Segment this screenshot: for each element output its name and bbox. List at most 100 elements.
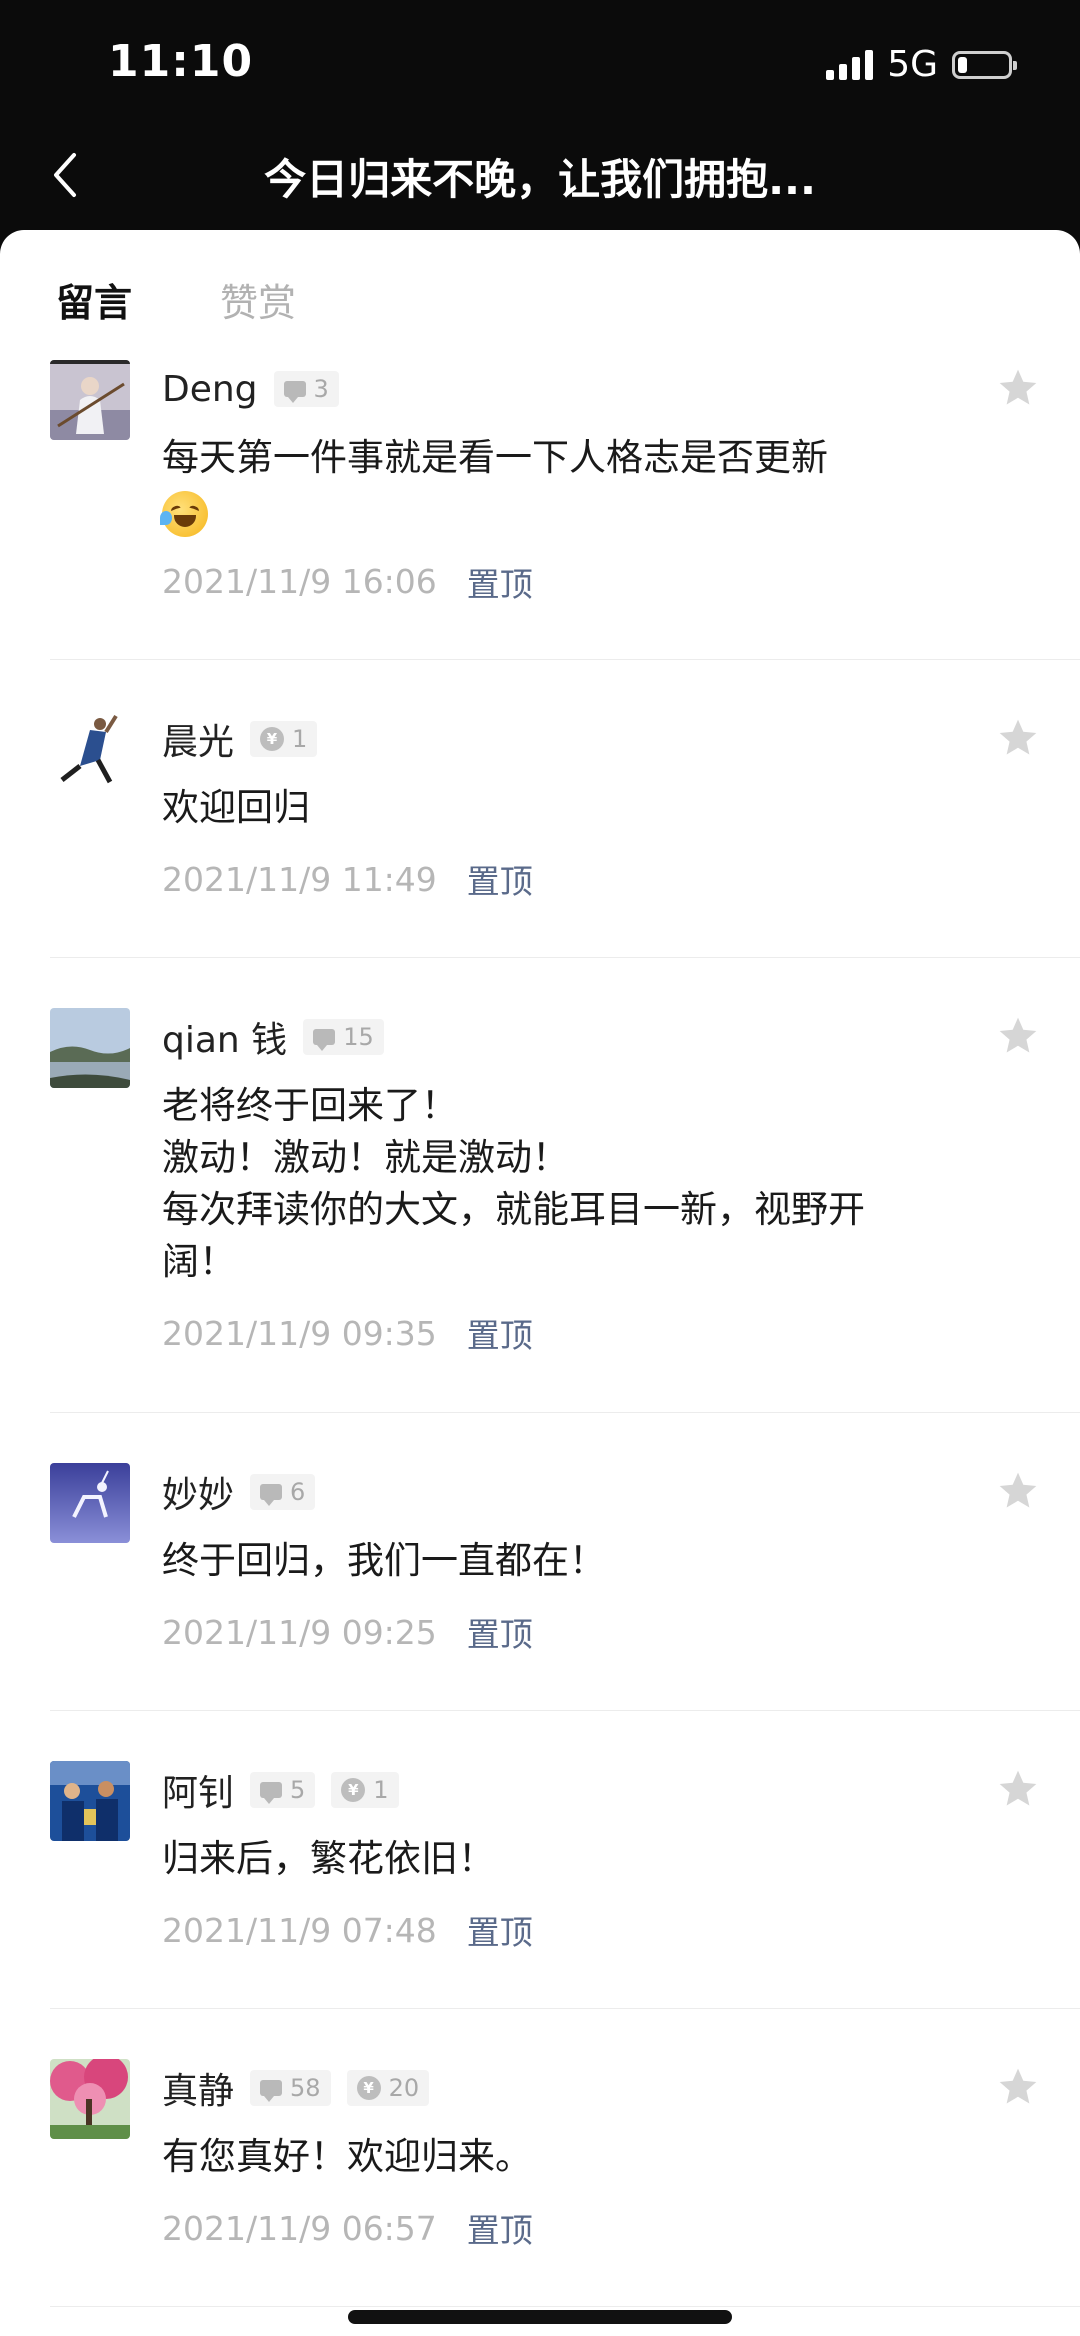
avatar-image	[50, 1463, 130, 1543]
comment-count-badge: 15	[303, 1019, 384, 1055]
name-row: qian 钱 15	[162, 1008, 940, 1066]
appreciation-count-badge: ¥ 1	[331, 1772, 399, 1808]
timestamp: 2021/11/9 07:48	[162, 1910, 437, 1950]
comment-item: 真静 58 ¥ 20 有您真好！欢迎归来。 2021/11/9 06:57 置顶	[50, 2009, 1080, 2307]
avatar[interactable]	[50, 710, 130, 790]
screen: 11:10 5G 今日归来不晚，让我们拥抱... 留言 赞赏 Deng 3 每天…	[0, 0, 1080, 2336]
timestamp: 2021/11/9 09:25	[162, 1612, 437, 1652]
user-name[interactable]: 妙妙	[162, 1466, 234, 1518]
name-row: 真静 58 ¥ 20	[162, 2059, 940, 2117]
signal-icon	[826, 49, 874, 80]
pin-button[interactable]: 置顶	[467, 1309, 533, 1357]
pin-button[interactable]: 置顶	[467, 558, 533, 606]
comment-item: qian 钱 15 老将终于回来了！ 激动！激动！就是激动！ 每次拜读你的大文，…	[50, 958, 1080, 1413]
timestamp: 2021/11/9 11:49	[162, 859, 437, 899]
badge-count: 1	[373, 1776, 389, 1804]
user-name[interactable]: Deng	[162, 369, 258, 410]
pin-button[interactable]: 置顶	[467, 1608, 533, 1656]
comment-count-badge: 58	[250, 2070, 331, 2106]
avatar[interactable]	[50, 1761, 130, 1841]
name-row: 晨光 ¥ 1	[162, 710, 940, 768]
comment-text: 欢迎回归	[162, 786, 310, 829]
pin-button[interactable]: 置顶	[467, 1906, 533, 1954]
avatar-image	[50, 710, 130, 790]
star-icon[interactable]	[996, 1469, 1040, 1513]
avatar-image	[50, 360, 130, 440]
badge-count: 5	[290, 1776, 306, 1804]
pin-button[interactable]: 置顶	[467, 855, 533, 903]
coin-icon: ¥	[260, 727, 285, 751]
comment-body: 妙妙 6 终于回归，我们一直都在！ 2021/11/9 09:25 置顶	[162, 1463, 1080, 1657]
badge-count: 6	[290, 1478, 306, 1506]
badge-count: 15	[343, 1023, 374, 1051]
star-icon[interactable]	[996, 2065, 1040, 2109]
name-row: 阿钊 5 ¥ 1	[162, 1761, 940, 1819]
comment-icon	[313, 1029, 336, 1051]
comment-icon	[260, 2080, 283, 2102]
star-icon[interactable]	[996, 1014, 1040, 1058]
coin-icon: ¥	[356, 2076, 381, 2100]
timestamp: 2021/11/9 06:57	[162, 2208, 437, 2248]
user-name[interactable]: 真静	[162, 2062, 234, 2114]
avatar[interactable]	[50, 1008, 130, 1088]
name-row: Deng 3	[162, 360, 940, 418]
badge-count: 58	[290, 2074, 321, 2102]
battery-level	[958, 56, 967, 73]
user-name[interactable]: 晨光	[162, 713, 234, 765]
star-icon[interactable]	[996, 716, 1040, 760]
comment-body: qian 钱 15 老将终于回来了！ 激动！激动！就是激动！ 每次拜读你的大文，…	[162, 1008, 1080, 1358]
meta-row: 2021/11/9 11:49 置顶	[162, 854, 940, 904]
avatar-image	[50, 1761, 130, 1841]
comment-icon	[260, 1484, 283, 1506]
user-name[interactable]: qian 钱	[162, 1011, 287, 1063]
chevron-left-icon	[54, 153, 76, 197]
pin-button[interactable]: 置顶	[467, 2204, 533, 2252]
home-indicator[interactable]	[348, 2310, 732, 2324]
timestamp: 2021/11/9 16:06	[162, 562, 437, 601]
laughing-tears-emoji	[160, 490, 208, 537]
comment-item: 妙妙 6 终于回归，我们一直都在！ 2021/11/9 09:25 置顶	[50, 1413, 1080, 1711]
comment-body: 晨光 ¥ 1 欢迎回归 2021/11/9 11:49 置顶	[162, 710, 1080, 904]
star-icon[interactable]	[996, 1767, 1040, 1811]
meta-row: 2021/11/9 07:48 置顶	[162, 1905, 940, 1955]
comment-text: 终于回归，我们一直都在！	[162, 1539, 606, 1582]
timestamp: 2021/11/9 09:35	[162, 1313, 437, 1353]
name-row: 妙妙 6	[162, 1463, 940, 1521]
status-bar: 11:10 5G	[0, 0, 1080, 120]
appreciation-count-badge: ¥ 1	[250, 721, 318, 757]
tab-comments[interactable]: 留言	[56, 272, 132, 327]
meta-row: 2021/11/9 09:25 置顶	[162, 1607, 940, 1657]
comment-item: 阿钊 5 ¥ 1 归来后，繁花依旧！ 2021/11/9 07:48 置顶	[50, 1711, 1080, 2009]
avatar[interactable]	[50, 360, 130, 440]
appreciation-count-badge: ¥ 20	[346, 2070, 430, 2106]
coin-icon: ¥	[341, 1778, 366, 1802]
page-title: 今日归来不晚，让我们拥抱...	[264, 155, 816, 204]
comment-text: 有您真好！欢迎归来。	[162, 2135, 532, 2178]
comment-body: Deng 3 每天第一件事就是看一下人格志是否更新 2021/11/9 16:0…	[160, 360, 1080, 607]
tab-appreciation[interactable]: 赞赏	[220, 272, 296, 327]
comments-sheet: 留言 赞赏 Deng 3 每天第一件事就是看一下人格志是否更新 2021/11/…	[0, 230, 1080, 2336]
user-name[interactable]: 阿钊	[162, 1764, 234, 1816]
avatar-image	[50, 2059, 130, 2139]
avatar-image	[50, 1008, 130, 1088]
avatar[interactable]	[50, 1463, 130, 1543]
star-icon[interactable]	[996, 366, 1040, 410]
nav-bar: 今日归来不晚，让我们拥抱...	[0, 120, 1080, 230]
comment-count-badge: 3	[273, 371, 339, 407]
comment-item: Deng 3 每天第一件事就是看一下人格志是否更新 2021/11/9 16:0…	[50, 360, 1080, 660]
back-button[interactable]	[30, 140, 100, 210]
comment-item: 晨光 ¥ 1 欢迎回归 2021/11/9 11:49 置顶	[50, 660, 1080, 958]
badge-count: 1	[292, 725, 308, 753]
status-indicators: 5G	[826, 44, 1017, 85]
badge-count: 3	[313, 375, 329, 403]
comment-count-badge: 6	[250, 1474, 316, 1510]
comment-text: 老将终于回来了！ 激动！激动！就是激动！ 每次拜读你的大文，就能耳目一新，视野开…	[162, 1084, 865, 1283]
avatar[interactable]	[50, 2059, 130, 2139]
comment-icon	[283, 381, 306, 403]
comment-body: 阿钊 5 ¥ 1 归来后，繁花依旧！ 2021/11/9 07:48 置顶	[162, 1761, 1080, 1955]
status-time: 11:10	[108, 36, 254, 87]
comment-count-badge: 5	[250, 1772, 316, 1808]
comment-text-content: 每天第一件事就是看一下人格志是否更新	[162, 436, 828, 479]
meta-row: 2021/11/9 09:35 置顶	[162, 1308, 940, 1358]
comment-icon	[260, 1782, 283, 1804]
